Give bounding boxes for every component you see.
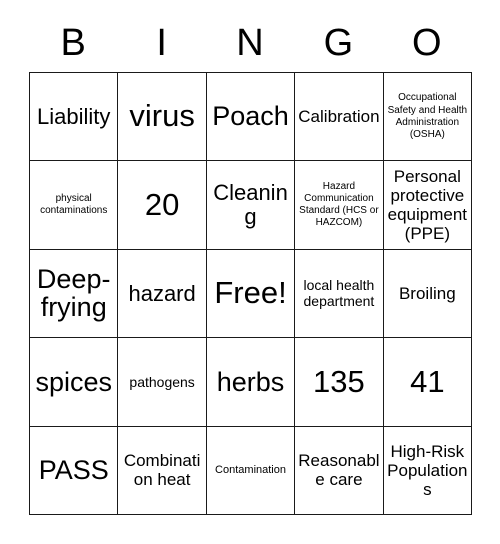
bingo-cell[interactable]: Combination heat xyxy=(118,426,207,515)
bingo-cell-label: 20 xyxy=(144,186,180,222)
bingo-cell[interactable]: pathogens xyxy=(118,338,207,427)
bingo-cell-label: Liability xyxy=(37,103,111,129)
bingo-cell-label: herbs xyxy=(216,366,285,397)
bingo-cell-label: Combination heat xyxy=(123,451,201,490)
bingo-cell-label: hazard xyxy=(128,280,196,306)
bingo-cell[interactable]: herbs xyxy=(206,338,296,427)
bingo-cell[interactable]: Broiling xyxy=(383,249,473,339)
bingo-cell-label: Hazard Communication Standard (HCS or HA… xyxy=(299,180,379,229)
bingo-cell-label: 135 xyxy=(313,363,365,399)
bingo-row: spices pathogens herbs 135 41 xyxy=(30,338,473,427)
header-letter-g: G xyxy=(323,21,354,64)
header-letter-i: I xyxy=(156,21,167,64)
bingo-cell[interactable]: Cleaning xyxy=(206,161,296,250)
bingo-cell[interactable]: Liability xyxy=(30,73,119,162)
bingo-cell-label: pathogens xyxy=(129,373,195,390)
bingo-cell-label: Calibration xyxy=(298,107,380,127)
bingo-cell[interactable]: Occupational Safety and Health Administr… xyxy=(383,73,473,162)
bingo-cell[interactable]: physical contaminations xyxy=(30,161,119,250)
bingo-cell-label: Cleaning xyxy=(213,180,288,230)
bingo-cell-label: Deep-frying xyxy=(36,263,111,323)
bingo-row: physical contaminations 20 Cleaning Haza… xyxy=(30,161,473,250)
bingo-cell-label: physical contaminations xyxy=(40,192,108,217)
bingo-cell[interactable]: Poach xyxy=(206,73,296,162)
bingo-row: Liability virus Poach Calibration Occupa… xyxy=(30,73,473,162)
bingo-cell-label: Poach xyxy=(212,101,289,132)
bingo-card: B I N G O Liability virus Poach Calibrat… xyxy=(29,13,473,515)
bingo-cell[interactable]: Personal protective equipment (PPE) xyxy=(383,161,473,250)
bingo-header: B I N G O xyxy=(29,13,471,72)
bingo-cell[interactable]: Deep-frying xyxy=(30,249,119,339)
bingo-cell-label: virus xyxy=(129,98,195,134)
bingo-cell-label: Contamination xyxy=(215,463,286,476)
bingo-cell-label: Occupational Safety and Health Administr… xyxy=(387,92,468,140)
bingo-row: PASS Combination heat Contamination Reas… xyxy=(30,426,473,515)
bingo-cell[interactable]: PASS xyxy=(30,426,119,515)
bingo-cell-label: Free! xyxy=(214,275,287,311)
bingo-cell-label: Personal protective equipment (PPE) xyxy=(387,167,468,244)
bingo-cell-label: local health department xyxy=(303,276,375,310)
bingo-grid: Liability virus Poach Calibration Occupa… xyxy=(29,72,473,515)
bingo-cell[interactable]: 135 xyxy=(295,338,384,427)
bingo-cell-label: High-Risk Populations xyxy=(387,441,468,499)
bingo-cell[interactable]: spices xyxy=(30,338,119,427)
bingo-cell[interactable]: Calibration xyxy=(295,73,384,162)
bingo-cell[interactable]: local health department xyxy=(295,249,384,339)
bingo-cell-label: Reasonable care xyxy=(298,451,380,490)
header-letter-o: O xyxy=(412,21,442,64)
bingo-cell-free[interactable]: Free! xyxy=(206,249,296,339)
bingo-cell[interactable]: 20 xyxy=(118,161,207,250)
bingo-cell-label: Broiling xyxy=(398,283,456,303)
bingo-cell[interactable]: Reasonable care xyxy=(295,426,384,515)
bingo-cell[interactable]: Contamination xyxy=(206,426,296,515)
bingo-cell[interactable]: hazard xyxy=(118,249,207,339)
bingo-cell-label: 41 xyxy=(410,363,445,399)
bingo-row: Deep-frying hazard Free! local health de… xyxy=(30,249,473,339)
header-letter-b: B xyxy=(60,21,86,64)
bingo-cell[interactable]: High-Risk Populations xyxy=(383,426,473,515)
bingo-cell-label: spices xyxy=(35,366,112,397)
bingo-cell[interactable]: 41 xyxy=(383,338,473,427)
header-letter-n: N xyxy=(236,21,264,64)
bingo-cell[interactable]: Hazard Communication Standard (HCS or HA… xyxy=(295,161,384,250)
bingo-cell[interactable]: virus xyxy=(118,73,207,162)
bingo-cell-label: PASS xyxy=(38,454,109,485)
